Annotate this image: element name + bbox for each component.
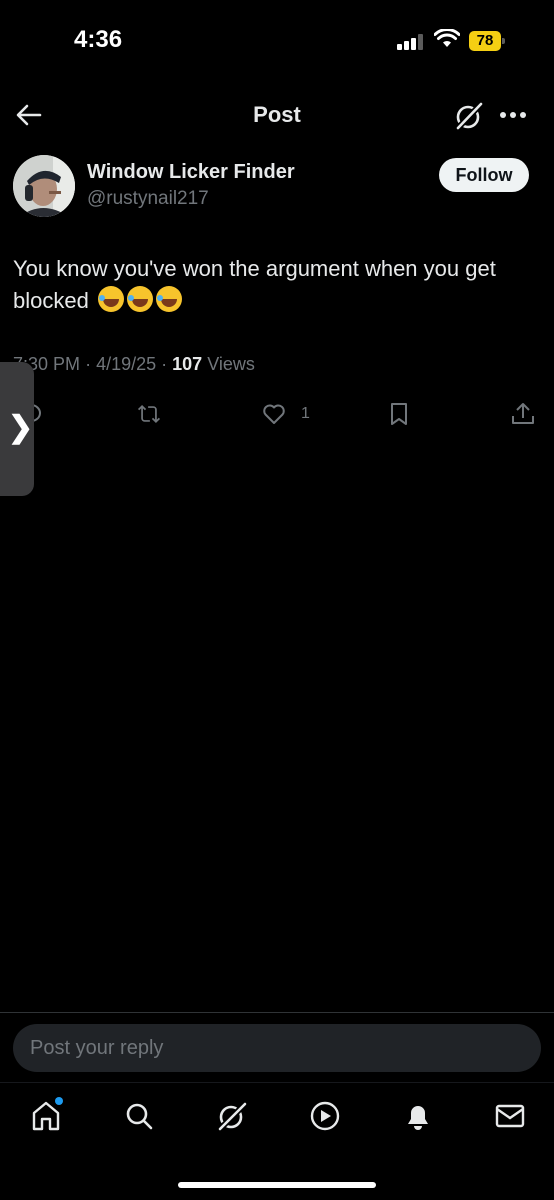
side-panel-tab[interactable]: ❯ xyxy=(0,362,34,496)
messages-icon xyxy=(495,1104,525,1128)
display-name[interactable]: Window Licker Finder xyxy=(87,161,295,184)
tab-home[interactable] xyxy=(29,1097,63,1133)
search-icon xyxy=(126,1103,153,1130)
post-metadata: 7:30 PM · 4/19/25 · 107 Views xyxy=(13,354,255,374)
reply-input[interactable] xyxy=(13,1024,541,1072)
chevron-right-icon: ❯ xyxy=(8,411,34,444)
video-icon xyxy=(310,1101,340,1131)
tab-video[interactable] xyxy=(308,1099,342,1133)
post-author: Window Licker Finder @rustynail217 Follo… xyxy=(13,155,543,219)
tab-notifications[interactable] xyxy=(401,1099,435,1133)
home-indicator xyxy=(178,1182,376,1188)
views-count[interactable]: 107 xyxy=(172,354,202,374)
likes-count: 1 xyxy=(301,405,310,422)
repost-icon xyxy=(137,404,161,424)
post-actions: 1 xyxy=(0,398,554,430)
rolling-laughing-emoji xyxy=(126,286,153,312)
cellular-signal-icon xyxy=(397,34,425,50)
follow-button[interactable]: Follow xyxy=(439,158,529,192)
avatar[interactable] xyxy=(13,155,75,217)
post-text-content: You know you've won the argument when yo… xyxy=(13,256,496,313)
tab-messages[interactable] xyxy=(493,1099,527,1133)
rolling-laughing-emoji xyxy=(97,286,124,312)
status-bar: 4:36 78 xyxy=(0,0,554,80)
post-date: 4/19/25 xyxy=(96,354,157,374)
grok-icon[interactable] xyxy=(453,100,485,132)
share-button[interactable] xyxy=(510,398,536,430)
bookmark-button[interactable] xyxy=(386,398,412,430)
battery-level: 78 xyxy=(469,31,501,51)
notification-dot xyxy=(55,1097,63,1105)
status-time: 4:36 xyxy=(74,26,123,53)
user-handle[interactable]: @rustynail217 xyxy=(87,188,209,210)
battery-indicator: 78 xyxy=(469,31,505,51)
notifications-icon xyxy=(408,1106,428,1130)
like-button[interactable]: 1 xyxy=(261,398,310,430)
share-icon xyxy=(512,403,534,424)
post-header: Post xyxy=(0,90,554,140)
heart-icon xyxy=(263,404,285,424)
bookmark-icon xyxy=(391,403,407,425)
reply-bar xyxy=(0,1012,554,1082)
grok-icon xyxy=(217,1101,248,1132)
tab-search[interactable] xyxy=(122,1099,156,1133)
post-text: You know you've won the argument when yo… xyxy=(13,253,548,317)
tab-grok[interactable] xyxy=(215,1099,249,1133)
wifi-icon xyxy=(434,29,460,47)
repost-button[interactable] xyxy=(136,398,162,430)
rolling-laughing-emoji xyxy=(155,286,182,312)
views-label: Views xyxy=(207,354,255,374)
more-options-icon[interactable] xyxy=(500,112,528,120)
